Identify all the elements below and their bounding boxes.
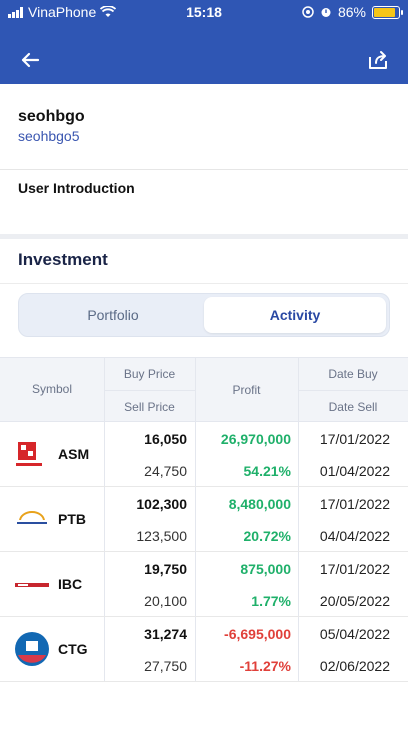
status-bar: VinaPhone 15:18 86% <box>0 0 408 24</box>
section-divider <box>0 234 408 239</box>
profit-percent: -11.27% <box>239 658 291 674</box>
table-header: Symbol Buy Price Sell Price Profit Date … <box>0 357 408 423</box>
buy-price: 102,300 <box>136 496 187 512</box>
username[interactable]: seohbgo5 <box>18 128 80 144</box>
header-buy-price: Buy Price <box>123 367 176 381</box>
sell-price: 27,750 <box>144 658 187 674</box>
battery-icon <box>372 5 403 19</box>
date-buy: 17/01/2022 <box>319 561 390 577</box>
header-profit: Profit <box>232 383 261 397</box>
table-row[interactable]: ASM 16,050 24,750 26,970,000 54.21% 17/0… <box>0 422 408 487</box>
ptb-logo-icon <box>15 511 49 526</box>
profit-percent: 1.77% <box>251 593 291 609</box>
tab-activity[interactable]: Activity <box>204 297 386 333</box>
investment-tabs: Portfolio Activity <box>18 293 390 337</box>
activity-table: Symbol Buy Price Sell Price Profit Date … <box>0 357 408 682</box>
display-name: seohbgo <box>18 108 85 125</box>
ctg-logo-icon <box>15 632 49 666</box>
buy-price: 16,050 <box>144 431 187 447</box>
header-date-sell: Date Sell <box>328 400 378 414</box>
row-symbol: PTB <box>58 511 86 527</box>
date-sell: 02/06/2022 <box>319 658 390 674</box>
back-button[interactable] <box>18 48 42 72</box>
profit-value: 875,000 <box>240 561 291 577</box>
date-sell: 20/05/2022 <box>319 593 390 609</box>
profit-value: 8,480,000 <box>228 496 291 512</box>
share-button[interactable] <box>366 48 390 72</box>
ibc-logo-icon <box>15 583 49 587</box>
date-sell: 01/04/2022 <box>319 463 390 479</box>
user-profile: seohbgo seohbgo5 <box>0 84 408 170</box>
header-date-buy: Date Buy <box>328 367 378 381</box>
row-symbol: ASM <box>58 446 90 462</box>
tab-portfolio[interactable]: Portfolio <box>22 297 204 333</box>
investment-title: Investment <box>18 250 108 269</box>
date-buy: 17/01/2022 <box>319 431 390 447</box>
buy-price: 31,274 <box>144 626 187 642</box>
battery-percent: 86% <box>337 4 366 20</box>
row-symbol: CTG <box>58 641 88 657</box>
date-buy: 05/04/2022 <box>319 626 390 642</box>
table-row[interactable]: IBC 19,750 20,100 875,000 1.77% 17/01/20… <box>0 552 408 617</box>
row-symbol: IBC <box>58 576 83 592</box>
table-row[interactable]: CTG 31,274 27,750 -6,695,000 -11.27% 05/… <box>0 617 408 682</box>
date-buy: 17/01/2022 <box>319 496 390 512</box>
alarm-icon <box>321 8 331 17</box>
profit-value: 26,970,000 <box>220 431 291 447</box>
title-underline <box>0 283 408 284</box>
profit-percent: 20.72% <box>243 528 291 544</box>
header-sell-price: Sell Price <box>124 400 175 414</box>
orientation-lock-icon <box>302 6 314 18</box>
profit-percent: 54.21% <box>243 463 291 479</box>
intro-title: User Introduction <box>18 180 135 196</box>
profit-value: -6,695,000 <box>224 626 291 642</box>
table-row[interactable]: PTB 102,300 123,500 8,480,000 20.72% 17/… <box>0 487 408 552</box>
header-symbol: Symbol <box>31 382 72 396</box>
sell-price: 20,100 <box>144 593 187 609</box>
sell-price: 123,500 <box>136 528 187 544</box>
buy-price: 19,750 <box>144 561 187 577</box>
asm-logo-icon <box>16 442 42 466</box>
sell-price: 24,750 <box>144 463 187 479</box>
status-right: 86% <box>302 4 403 20</box>
user-introduction: User Introduction <box>0 170 408 234</box>
date-sell: 04/04/2022 <box>319 528 390 544</box>
app-header: VinaPhone 15:18 86% <box>0 0 408 84</box>
